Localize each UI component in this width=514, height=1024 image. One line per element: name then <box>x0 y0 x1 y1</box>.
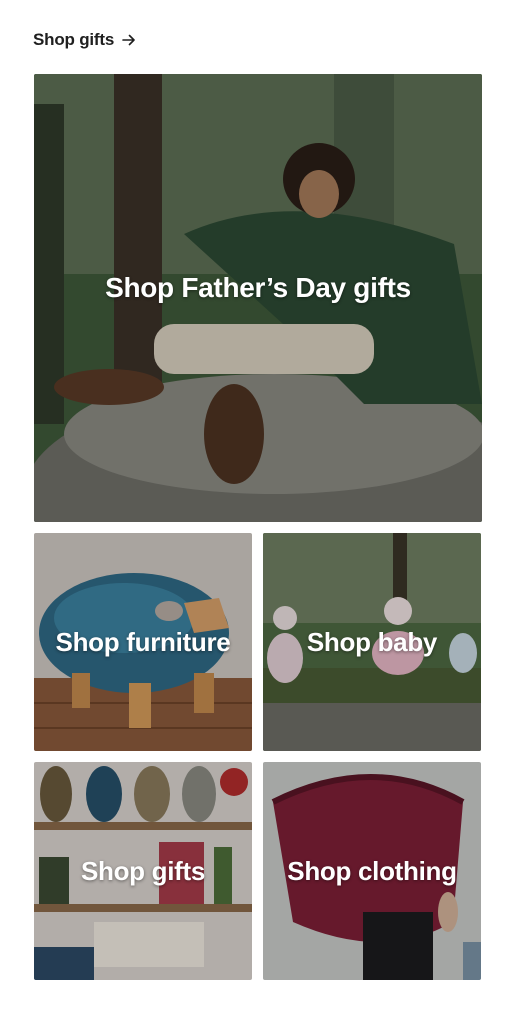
shop-gifts-link[interactable]: Shop gifts <box>33 28 136 52</box>
clothing-label: Shop clothing <box>287 855 457 886</box>
shop-baby-card[interactable]: Shop baby <box>263 533 481 751</box>
fathers-day-gifts-card[interactable]: Shop Father’s Day gifts <box>34 74 482 522</box>
furniture-label: Shop furniture <box>55 626 231 657</box>
gifts-label: Shop gifts <box>80 855 206 886</box>
shop-furniture-card[interactable]: Shop furniture <box>34 533 252 751</box>
hero-label: Shop Father’s Day gifts <box>105 272 411 303</box>
arrow-right-icon <box>122 33 136 47</box>
baby-label: Shop baby <box>306 626 438 657</box>
shop-gifts-card[interactable]: Shop gifts <box>34 762 252 980</box>
shop-gifts-link-label: Shop gifts <box>33 30 115 49</box>
shop-clothing-card[interactable]: Shop clothing <box>263 762 481 980</box>
